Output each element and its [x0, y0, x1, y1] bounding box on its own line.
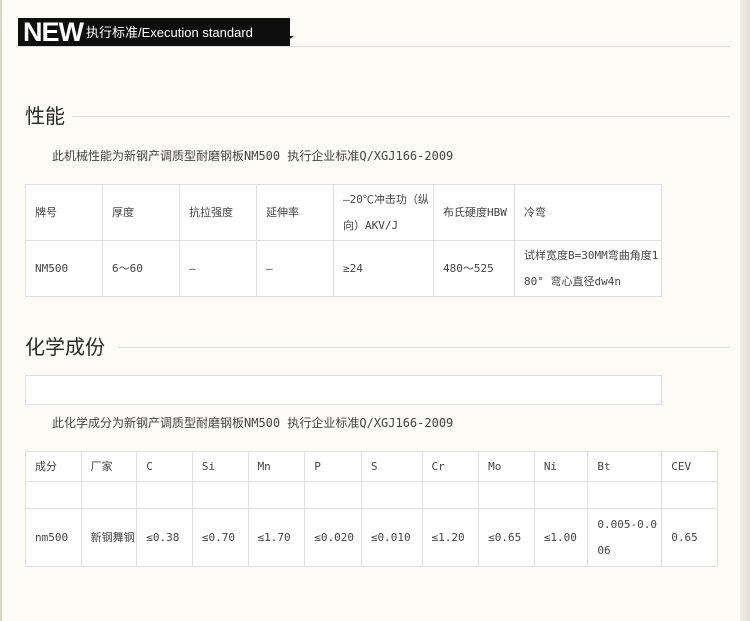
table-header-cell: Mn — [247, 451, 306, 482]
banner-rule — [18, 46, 730, 47]
table-cell — [478, 481, 535, 509]
table-cell: 0.65 — [661, 508, 718, 567]
table-cell: — — [256, 240, 334, 297]
table-header-cell: —20℃冲击功（纵向）AKV/J — [333, 184, 434, 241]
performance-note: 此机械性能为新钢产调质型耐磨钢板NM500 执行企业标准Q/XGJ166-200… — [52, 149, 454, 163]
table-cell — [25, 481, 82, 509]
table-header-cell: Ni — [533, 451, 589, 482]
table-cell — [661, 481, 718, 509]
chemistry-note: 此化学成分为新钢产调质型耐磨钢板NM500 执行企业标准Q/XGJ166-200… — [52, 416, 454, 430]
table-header-row: 牌号 厚度 抗拉强度 延伸率 —20℃冲击功（纵向）AKV/J 布氏硬度HBW … — [25, 184, 662, 241]
table-cell: ≥24 — [333, 240, 434, 297]
table-cell — [191, 481, 249, 509]
table-cell: 新钢舞钢 — [80, 508, 138, 567]
table-header-cell: 延伸率 — [256, 184, 334, 241]
chemistry-title-rule — [118, 347, 730, 348]
page-right-border — [740, 0, 750, 621]
table-empty-row — [25, 481, 718, 509]
table-cell: ≤0.38 — [136, 508, 193, 567]
table-header-cell: 厚度 — [102, 184, 180, 241]
table-header-cell: P — [304, 451, 362, 482]
page-left-border — [0, 0, 2, 621]
table-row: NM500 6～60 — — ≥24 480～525 试样宽度B=30MM弯曲角… — [25, 240, 662, 297]
table-cell — [136, 481, 193, 509]
table-cell — [360, 481, 423, 509]
table-header-cell: Cr — [421, 451, 480, 482]
table-cell: nm500 — [25, 508, 82, 567]
table-header-cell: C — [136, 451, 193, 482]
table-cell: ≤0.65 — [478, 508, 535, 567]
table-cell: ≤0.70 — [191, 508, 249, 567]
performance-table: 牌号 厚度 抗拉强度 延伸率 —20℃冲击功（纵向）AKV/J 布氏硬度HBW … — [25, 184, 662, 297]
table-header-cell: S — [360, 451, 423, 482]
chemistry-table: 成分 厂家 C Si Mn P S Cr Mo Ni Bt CEV nm500 … — [25, 451, 718, 567]
table-cell: ≤1.20 — [421, 508, 480, 567]
table-header-row: 成分 厂家 C Si Mn P S Cr Mo Ni Bt CEV — [25, 451, 718, 482]
table-header-cell: 牌号 — [25, 184, 103, 241]
table-header-cell: Si — [191, 451, 249, 482]
table-cell — [421, 481, 480, 509]
section-banner: NEW 执行标准/Execution standard — [18, 18, 290, 47]
table-row: nm500 新钢舞钢 ≤0.38 ≤0.70 ≤1.70 ≤0.020 ≤0.0… — [25, 508, 718, 567]
table-header-cell: Bt — [587, 451, 663, 482]
table-cell — [533, 481, 589, 509]
table-cell — [80, 481, 138, 509]
table-cell: 6～60 — [102, 240, 180, 297]
table-cell: ≤0.010 — [360, 508, 423, 567]
table-cell: NM500 — [25, 240, 103, 297]
table-cell — [247, 481, 306, 509]
table-cell: — — [179, 240, 257, 297]
table-cell — [587, 481, 663, 509]
chemistry-blank-row — [25, 375, 662, 405]
table-header-cell: 布氏硬度HBW — [433, 184, 515, 241]
table-cell: 试样宽度B=30MM弯曲角度180° 弯心直径dw4n — [514, 240, 662, 297]
table-header-cell: 冷弯 — [514, 184, 662, 241]
table-header-cell: 成分 — [25, 451, 82, 482]
banner-subtitle: 执行标准/Execution standard — [86, 25, 253, 40]
table-cell: 0.005-0.006 — [587, 508, 663, 567]
table-cell: ≤1.70 — [247, 508, 306, 567]
table-header-cell: CEV — [661, 451, 718, 482]
performance-title-rule — [72, 116, 730, 117]
table-cell — [304, 481, 362, 509]
chemistry-title: 化学成份 — [25, 335, 105, 359]
table-cell: 480～525 — [433, 240, 515, 297]
table-header-cell: Mo — [478, 451, 535, 482]
table-cell: ≤1.00 — [533, 508, 589, 567]
performance-title: 性能 — [25, 104, 65, 128]
new-badge: NEW — [23, 17, 84, 47]
table-cell: ≤0.020 — [304, 508, 362, 567]
table-header-cell: 抗拉强度 — [179, 184, 257, 241]
table-header-cell: 厂家 — [80, 451, 138, 482]
